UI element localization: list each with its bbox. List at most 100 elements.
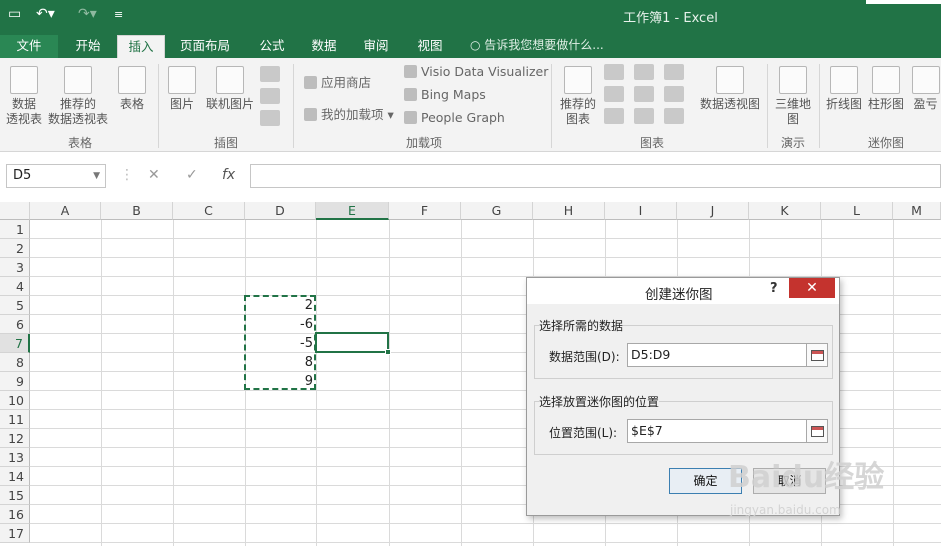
row-header[interactable]: 1 <box>0 220 30 239</box>
row-header[interactable]: 13 <box>0 448 30 467</box>
combo-chart-icon[interactable] <box>664 86 684 102</box>
fill-handle[interactable] <box>385 349 391 355</box>
recommended-charts-button[interactable]: 推荐的 图表 <box>557 66 599 127</box>
tab-view[interactable]: 视图 <box>406 35 454 58</box>
bing-maps-button[interactable]: Bing Maps <box>404 87 486 102</box>
window-controls[interactable] <box>866 0 941 4</box>
row-header[interactable]: 4 <box>0 277 30 296</box>
column-header-f[interactable]: F <box>389 202 461 220</box>
location-range-input[interactable]: $E$7 <box>627 419 807 443</box>
shapes-icon[interactable] <box>260 66 280 82</box>
row-header[interactable]: 9 <box>0 372 30 391</box>
tab-page-layout[interactable]: 页面布局 <box>170 35 240 58</box>
column-header-d[interactable]: D <box>245 202 316 220</box>
pivot-chart-icon <box>716 66 744 94</box>
waterfall-chart-icon[interactable] <box>664 64 684 80</box>
column-header-j[interactable]: J <box>677 202 749 220</box>
close-icon[interactable]: ✕ <box>789 278 835 298</box>
row-header[interactable]: 11 <box>0 410 30 429</box>
pivot-chart-button[interactable]: 数据透视图 <box>698 66 762 112</box>
recommended-pivot-button[interactable]: 推荐的 数据透视表 <box>46 66 110 127</box>
smartart-icon[interactable] <box>260 88 280 104</box>
tab-home[interactable]: 开始 <box>64 35 112 58</box>
group-label-illustrations: 插图 <box>213 136 238 150</box>
row-header[interactable]: 7 <box>0 334 30 353</box>
location-range-label: 位置范围(L): <box>549 426 618 440</box>
row-header[interactable]: 3 <box>0 258 30 277</box>
picture-icon <box>168 66 196 94</box>
my-addins-button[interactable]: 我的加载项 ▾ <box>304 104 394 123</box>
location-section-title: 选择放置迷你图的位置 <box>539 393 660 410</box>
column-header-k[interactable]: K <box>749 202 821 220</box>
row-header[interactable]: 8 <box>0 353 30 372</box>
column-header-c[interactable]: C <box>173 202 245 220</box>
tab-formulas[interactable]: 公式 <box>248 35 296 58</box>
sparkline-line-button[interactable]: 折线图 <box>824 66 864 112</box>
help-icon[interactable]: ? <box>770 281 778 296</box>
group-label-addins: 加载项 <box>405 136 442 150</box>
group-divider <box>158 64 159 148</box>
insert-function-icon[interactable]: fx <box>222 164 235 188</box>
location-range-collapse-button[interactable] <box>806 419 828 443</box>
addins-icon <box>304 108 317 121</box>
row-header[interactable]: 6 <box>0 315 30 334</box>
data-range-input[interactable]: D5:D9 <box>627 343 807 367</box>
store-button[interactable]: 应用商店 <box>304 72 371 91</box>
hierarchy-chart-icon[interactable] <box>634 64 654 80</box>
active-cell-e7[interactable] <box>315 332 389 353</box>
enter-icon[interactable]: ✓ <box>186 164 198 188</box>
column-chart-icon[interactable] <box>604 64 624 80</box>
formula-input[interactable] <box>250 164 941 188</box>
tab-file[interactable]: 文件 <box>0 35 58 58</box>
row-header[interactable]: 15 <box>0 486 30 505</box>
name-box[interactable]: D5 ▼ <box>6 164 106 188</box>
tell-me-box[interactable]: ○ 告诉我您想要做什么... <box>470 35 604 58</box>
sparkline-winloss-button[interactable]: 盈亏 <box>910 66 941 112</box>
column-header-a[interactable]: A <box>30 202 101 220</box>
row-header[interactable]: 12 <box>0 429 30 448</box>
radar-chart-icon[interactable] <box>664 108 684 124</box>
chevron-down-icon[interactable]: ▼ <box>93 165 100 187</box>
picture-button[interactable]: 图片 <box>164 66 200 112</box>
line-chart-icon[interactable] <box>604 86 624 102</box>
group-divider <box>551 64 552 148</box>
column-header-g[interactable]: G <box>461 202 533 220</box>
store-icon <box>304 76 317 89</box>
sparkline-column-icon <box>872 66 900 94</box>
row-header[interactable]: 2 <box>0 239 30 258</box>
visio-button[interactable]: Visio Data Visualizer <box>404 64 548 79</box>
column-header-m[interactable]: M <box>893 202 941 220</box>
row-header[interactable]: 17 <box>0 524 30 543</box>
select-all-corner[interactable] <box>0 202 30 220</box>
group-divider <box>293 64 294 148</box>
visio-icon <box>404 65 417 78</box>
online-picture-button[interactable]: 联机图片 <box>204 66 256 112</box>
tab-data[interactable]: 数据 <box>300 35 348 58</box>
row-header[interactable]: 16 <box>0 505 30 524</box>
statistic-chart-icon[interactable] <box>634 86 654 102</box>
data-section-title: 选择所需的数据 <box>539 317 624 334</box>
column-header-i[interactable]: I <box>605 202 677 220</box>
formula-bar: D5 ▼ ⋮ ✕ ✓ fx <box>0 152 941 202</box>
people-graph-button[interactable]: People Graph <box>404 110 505 125</box>
sparkline-column-button[interactable]: 柱形图 <box>866 66 906 112</box>
data-range-collapse-button[interactable] <box>806 343 828 367</box>
scatter-chart-icon[interactable] <box>634 108 654 124</box>
cancel-icon[interactable]: ✕ <box>148 164 160 188</box>
3d-map-button[interactable]: 三维地 图 <box>772 66 814 127</box>
column-header-e[interactable]: E <box>316 202 389 220</box>
column-header-h[interactable]: H <box>533 202 605 220</box>
column-header-b[interactable]: B <box>101 202 173 220</box>
group-divider <box>767 64 768 148</box>
tab-review[interactable]: 审阅 <box>352 35 400 58</box>
pivot-table-button[interactable]: 数据 透视表 <box>4 66 44 127</box>
column-header-l[interactable]: L <box>821 202 893 220</box>
screenshot-icon[interactable] <box>260 110 280 126</box>
pie-chart-icon[interactable] <box>604 108 624 124</box>
table-button[interactable]: 表格 <box>114 66 150 112</box>
row-header[interactable]: 10 <box>0 391 30 410</box>
dialog-title-bar[interactable]: 创建迷你图 ? ✕ <box>527 278 839 304</box>
tab-insert[interactable]: 插入 <box>117 35 165 58</box>
row-header[interactable]: 5 <box>0 296 30 315</box>
row-header[interactable]: 14 <box>0 467 30 486</box>
